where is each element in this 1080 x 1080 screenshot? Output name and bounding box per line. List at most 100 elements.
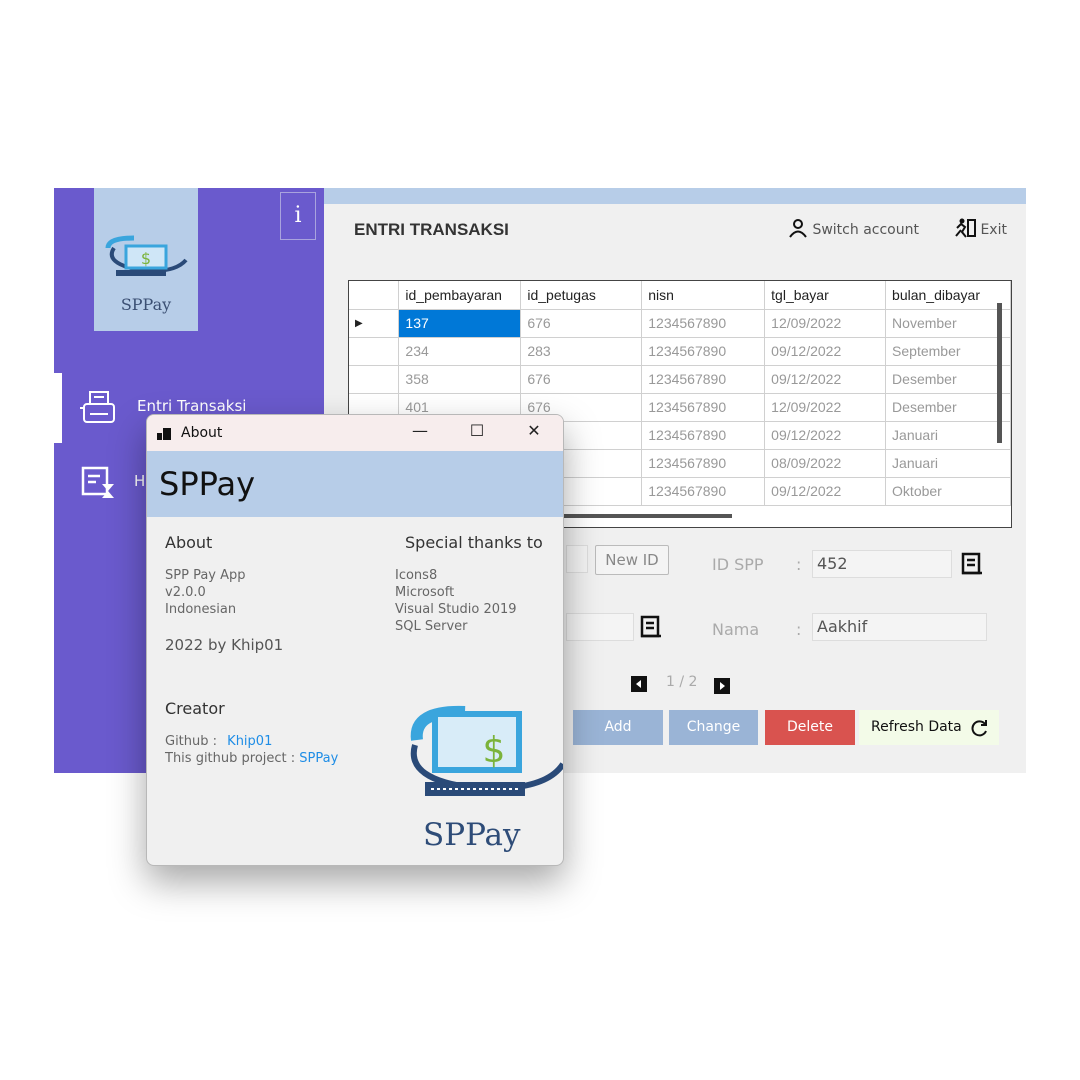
maximize-button[interactable]: ☐: [462, 421, 492, 440]
about-dialog: About — ☐ ✕ SPPay About SPP Pay App v2.0…: [146, 414, 564, 866]
project-row: This github project : SPPay: [165, 750, 338, 767]
github-label: Github :: [165, 734, 218, 749]
table-row[interactable]: ▶ 137 676 1234567890 12/09/2022 November: [349, 309, 1011, 338]
column-header[interactable]: bulan_dibayar: [885, 281, 1011, 310]
banner-title: SPPay: [159, 465, 256, 503]
thanks-item: Microsoft: [395, 585, 455, 600]
thanks-heading: Special thanks to: [405, 533, 543, 552]
typewriter-icon: [80, 391, 115, 423]
table-cell[interactable]: November: [885, 309, 1011, 338]
sppay-logo-icon: $: [410, 705, 563, 796]
app-version: v2.0.0: [165, 585, 206, 600]
table-row[interactable]: 358 676 1234567890 09/12/2022 Desember: [349, 365, 1011, 394]
table-cell[interactable]: 1234567890: [641, 337, 766, 366]
about-heading: About: [165, 533, 213, 552]
table-cell[interactable]: 09/12/2022: [764, 337, 887, 366]
delete-button[interactable]: Delete: [765, 710, 855, 745]
prev-arrow-icon: [636, 680, 641, 688]
svg-text:$: $: [141, 249, 151, 268]
github-row: Github : Khip01: [165, 733, 272, 750]
table-cell[interactable]: 676: [520, 365, 643, 394]
vertical-scrollbar[interactable]: [997, 303, 1002, 443]
nama-colon: :: [796, 620, 802, 639]
current-row-marker: ▶: [349, 309, 400, 338]
thanks-item: Icons8: [395, 568, 438, 583]
table-cell[interactable]: 137: [398, 309, 522, 338]
id-spp-field[interactable]: 452: [812, 550, 952, 578]
copyright: 2022 by Khip01: [165, 636, 284, 654]
svg-text:$: $: [483, 730, 506, 771]
table-cell[interactable]: 1234567890: [641, 365, 766, 394]
table-cell[interactable]: 676: [520, 309, 643, 338]
table-cell[interactable]: 234: [398, 337, 522, 366]
thanks-item: Visual Studio 2019: [395, 602, 517, 617]
minimize-button[interactable]: —: [405, 421, 435, 440]
close-button[interactable]: ✕: [519, 421, 549, 440]
table-cell[interactable]: Desember: [885, 365, 1011, 394]
table-row[interactable]: 234 283 1234567890 09/12/2022 September: [349, 337, 1011, 366]
refresh-button[interactable]: Refresh Data: [859, 710, 999, 745]
thanks-item: SQL Server: [395, 619, 468, 634]
table-cell[interactable]: 283: [520, 337, 643, 366]
horizontal-scrollbar[interactable]: [564, 514, 732, 518]
table-cell[interactable]: 1234567890: [641, 477, 766, 506]
project-link[interactable]: SPPay: [299, 751, 338, 766]
row-header[interactable]: [349, 337, 400, 366]
change-button[interactable]: Change: [669, 710, 758, 745]
nama-label: Nama: [712, 620, 760, 639]
switch-account-label: Switch account: [812, 222, 919, 238]
history-icon: [81, 466, 114, 498]
new-id-button[interactable]: New ID: [595, 545, 669, 575]
info-button[interactable]: i: [280, 192, 316, 240]
creator-heading: Creator: [165, 699, 225, 718]
dialog-titlebar[interactable]: About — ☐ ✕: [147, 415, 563, 451]
table-cell[interactable]: 12/09/2022: [764, 393, 887, 422]
table-cell[interactable]: Januari: [885, 421, 1011, 450]
exit-button[interactable]: Exit: [954, 218, 1007, 238]
table-cell[interactable]: 09/12/2022: [764, 477, 887, 506]
window-app-icon: [157, 428, 171, 440]
table-cell[interactable]: 12/09/2022: [764, 309, 887, 338]
prev-page-button[interactable]: [631, 676, 647, 692]
table-cell[interactable]: Januari: [885, 449, 1011, 478]
id-spp-colon: :: [796, 555, 802, 574]
sidebar-item-label: Entri Transaksi: [137, 397, 247, 415]
money-computer-icon: $: [105, 235, 188, 276]
add-button[interactable]: Add: [573, 710, 663, 745]
app-language: Indonesian: [165, 602, 237, 617]
table-cell[interactable]: 1234567890: [641, 449, 766, 478]
table-cell[interactable]: Oktober: [885, 477, 1011, 506]
refresh-icon: [971, 720, 987, 737]
table-cell[interactable]: 1234567890: [641, 309, 766, 338]
row-header[interactable]: [349, 365, 400, 394]
id-field[interactable]: [566, 545, 588, 573]
table-cell[interactable]: September: [885, 337, 1011, 366]
id-spp-label: ID SPP: [712, 555, 764, 574]
app-name: SPP Pay App: [165, 568, 246, 583]
dialog-banner: SPPay: [147, 451, 563, 517]
next-page-button[interactable]: [714, 678, 730, 694]
column-header[interactable]: tgl_bayar: [764, 281, 887, 310]
column-header[interactable]: nisn: [641, 281, 766, 310]
table-cell[interactable]: 358: [398, 365, 522, 394]
lookup-student-icon[interactable]: [639, 615, 663, 639]
table-cell[interactable]: Desember: [885, 393, 1011, 422]
nisn-field[interactable]: [566, 613, 634, 641]
lookup-spp-icon[interactable]: [960, 552, 984, 576]
column-header[interactable]: id_petugas: [520, 281, 643, 310]
github-user-link[interactable]: Khip01: [227, 734, 272, 749]
table-cell[interactable]: 09/12/2022: [764, 365, 887, 394]
switch-account-button[interactable]: Switch account: [788, 218, 919, 238]
table-cell[interactable]: 09/12/2022: [764, 421, 887, 450]
nama-field[interactable]: Aakhif: [812, 613, 987, 641]
dialog-title: About: [181, 425, 223, 441]
table-cell[interactable]: 08/09/2022: [764, 449, 887, 478]
page-indicator: 1 / 2: [666, 674, 698, 690]
table-cell[interactable]: 1234567890: [641, 393, 766, 422]
column-header[interactable]: id_pembayaran: [398, 281, 522, 310]
refresh-label: Refresh Data: [871, 719, 962, 735]
table-cell[interactable]: 1234567890: [641, 421, 766, 450]
sidebar-item-label: H: [134, 472, 146, 490]
top-accent-bar: [324, 188, 1026, 204]
exit-run-icon: [955, 218, 976, 238]
